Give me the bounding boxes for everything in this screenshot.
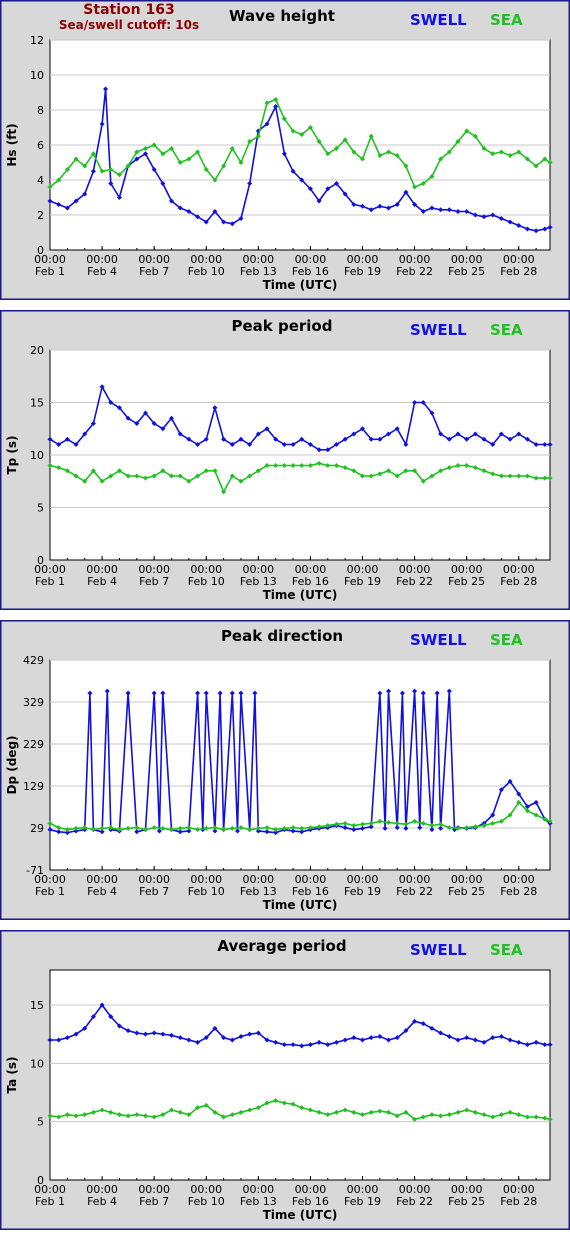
y-tick-label: 10	[30, 1057, 44, 1070]
chart-svg-peak-direction: -712912922932942900:00Feb 100:00Feb 400:…	[0, 620, 570, 920]
x-tick-date: Feb 4	[87, 265, 117, 278]
x-tick-date: Feb 4	[87, 575, 117, 588]
x-tick-date: Feb 1	[35, 265, 65, 278]
chart-svg-average-period: 05101500:00Feb 100:00Feb 400:00Feb 700:0…	[0, 930, 570, 1230]
y-tick-label: 429	[23, 654, 44, 667]
x-tick-date: Feb 25	[448, 575, 485, 588]
legend-swell: SWELL	[410, 631, 467, 649]
x-tick-date: Feb 22	[396, 265, 433, 278]
chart-panel-peak-direction: -71 29 129 229 329 429 00:00 Feb 1 00:00 Feb 4 00:…	[0, 620, 570, 920]
station-label: Station 163	[83, 2, 174, 18]
x-tick-date: Feb 19	[344, 1195, 381, 1208]
x-tick-date: Feb 13	[240, 1195, 277, 1208]
legend-swell: SWELL	[410, 941, 467, 959]
x-tick-date: Feb 7	[139, 575, 169, 588]
legend-sea: SEA	[490, 11, 523, 29]
x-tick-date: Feb 7	[139, 265, 169, 278]
legend-sea: SEA	[490, 631, 523, 649]
chart-title: Wave height	[229, 7, 335, 25]
y-tick-label: 229	[23, 738, 44, 751]
x-tick-date: Feb 1	[35, 575, 65, 588]
legend-swell: SWELL	[410, 11, 467, 29]
x-tick-date: Feb 28	[500, 575, 537, 588]
x-tick-date: Feb 25	[448, 1195, 485, 1208]
y-tick-label: 15	[30, 397, 44, 410]
y-tick-label: 329	[23, 696, 44, 709]
chart-panel-wave-height: 0 2 4 6 8 10 12 00:00 Feb 1 00:00 Feb 4 00:00 Feb 70…	[0, 0, 570, 300]
legend-sea: SEA	[490, 321, 523, 339]
x-tick-date: Feb 10	[188, 265, 225, 278]
chart-panel-average-period: 0 5 10 15 00:00 Feb 1 00:00 Feb 4 00:00 Feb 7 00:0…	[0, 930, 570, 1230]
x-tick-date: Feb 16	[292, 885, 329, 898]
y-tick-label: 29	[30, 822, 44, 835]
x-tick-date: Feb 16	[292, 575, 329, 588]
y-axis-label: Tp (s)	[5, 435, 19, 474]
y-axis-label: Ta (s)	[5, 1056, 19, 1093]
plot-area	[49, 969, 551, 1181]
y-axis-label: Dp (deg)	[5, 735, 19, 794]
x-tick-date: Feb 25	[448, 265, 485, 278]
cutoff-label: Sea/swell cutoff: 10s	[59, 18, 199, 32]
x-tick-date: Feb 25	[448, 885, 485, 898]
y-tick-label: 10	[30, 69, 44, 82]
y-tick-label: 6	[37, 139, 44, 152]
x-tick-date: Feb 1	[35, 1195, 65, 1208]
y-tick-label: 15	[30, 999, 44, 1012]
x-tick-date: Feb 28	[500, 885, 537, 898]
y-tick-label: 20	[30, 344, 44, 357]
x-tick-date: Feb 10	[188, 885, 225, 898]
y-tick-label: 4	[37, 174, 44, 187]
x-tick-date: Feb 22	[396, 575, 433, 588]
x-tick-date: Feb 10	[188, 575, 225, 588]
x-tick-date: Feb 16	[292, 265, 329, 278]
x-tick-date: Feb 22	[396, 1195, 433, 1208]
x-tick-date: Feb 19	[344, 265, 381, 278]
x-tick-date: Feb 4	[87, 1195, 117, 1208]
chart-title: Peak period	[232, 317, 333, 335]
x-tick-date: Feb 10	[188, 1195, 225, 1208]
y-tick-label: 12	[30, 34, 44, 47]
chart-svg-wave-height: 02468101200:00Feb 100:00Feb 400:00Feb 70…	[0, 0, 570, 300]
x-axis-label: Time (UTC)	[263, 588, 338, 602]
x-tick-date: Feb 7	[139, 1195, 169, 1208]
x-axis-label: Time (UTC)	[263, 278, 338, 292]
x-tick-date: Feb 22	[396, 885, 433, 898]
legend-sea: SEA	[490, 941, 523, 959]
legend-swell: SWELL	[410, 321, 467, 339]
x-axis-label: Time (UTC)	[263, 1208, 338, 1222]
y-axis-label: Hs (ft)	[5, 123, 19, 166]
x-tick-date: Feb 28	[500, 265, 537, 278]
x-tick-date: Feb 19	[344, 885, 381, 898]
x-tick-date: Feb 13	[240, 265, 277, 278]
chart-panel-peak-period: 0 5 10 15 20 00:00 Feb 1 00:00 Feb 4 00:00 Feb 7 00…	[0, 310, 570, 610]
y-tick-label: 5	[37, 1116, 44, 1129]
x-tick-date: Feb 16	[292, 1195, 329, 1208]
x-tick-date: Feb 28	[500, 1195, 537, 1208]
plot-area	[49, 659, 551, 871]
y-tick-label: 129	[23, 780, 44, 793]
y-tick-label: 2	[37, 209, 44, 222]
x-tick-date: Feb 19	[344, 575, 381, 588]
chart-title: Peak direction	[221, 627, 343, 645]
x-tick-date: Feb 7	[139, 885, 169, 898]
x-tick-date: Feb 1	[35, 885, 65, 898]
chart-svg-peak-period: 0510152000:00Feb 100:00Feb 400:00Feb 700…	[0, 310, 570, 610]
y-tick-label: 5	[37, 502, 44, 515]
x-axis-label: Time (UTC)	[263, 898, 338, 912]
x-tick-date: Feb 4	[87, 885, 117, 898]
chart-title: Average period	[217, 937, 346, 955]
x-tick-date: Feb 13	[240, 575, 277, 588]
y-tick-label: 10	[30, 449, 44, 462]
y-tick-label: 8	[37, 104, 44, 117]
x-tick-date: Feb 13	[240, 885, 277, 898]
